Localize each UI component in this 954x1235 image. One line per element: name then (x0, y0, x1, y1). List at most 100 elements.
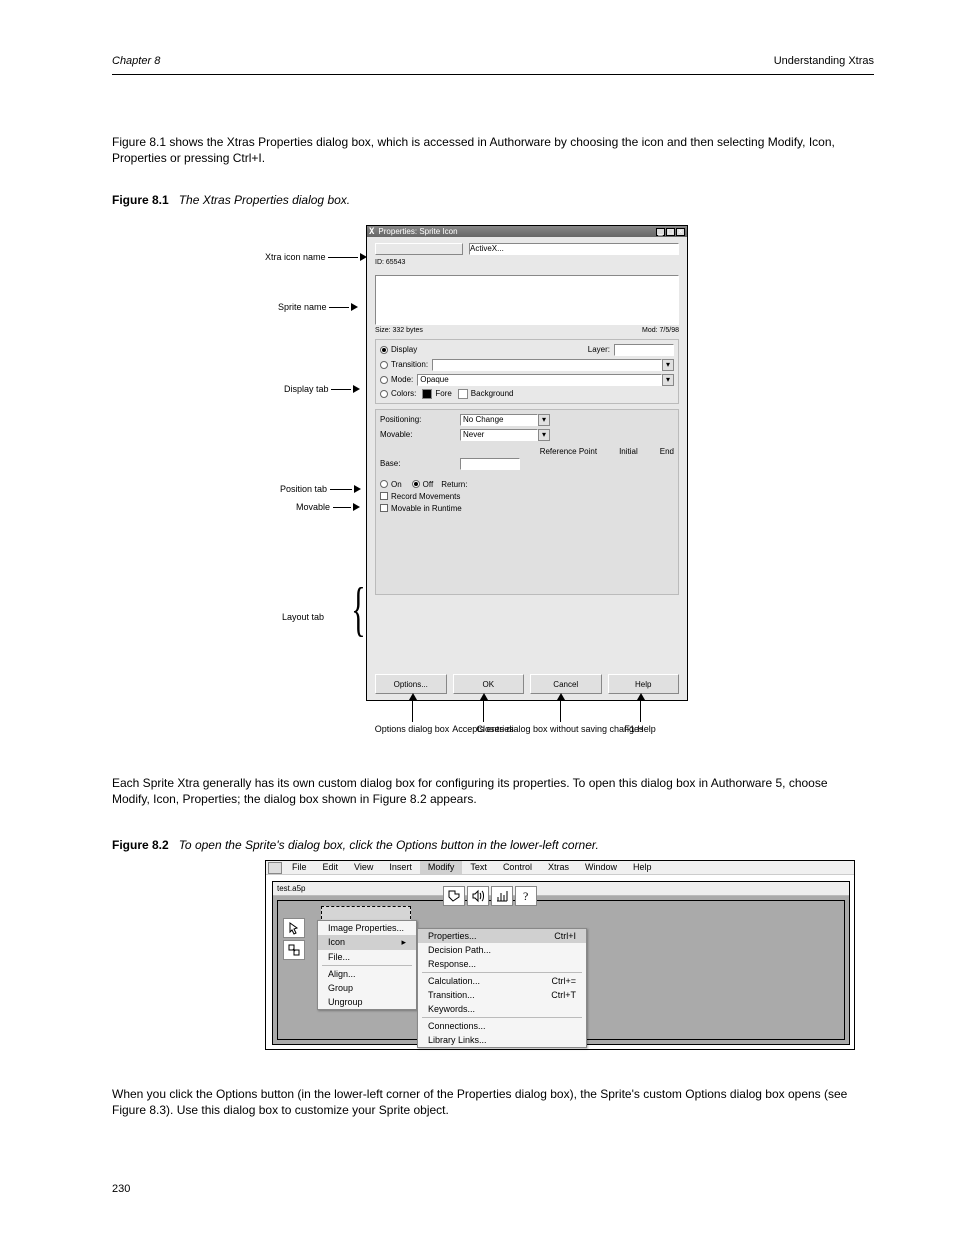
paragraph-after-fig1: Each Sprite Xtra generally has its own c… (112, 775, 852, 807)
callout-position-tab: Position tab (280, 484, 361, 495)
paragraph-after-fig2: When you click the Options button (in th… (112, 1086, 852, 1118)
menu-text[interactable]: Text (462, 861, 495, 874)
icon-thumb-small (375, 243, 463, 255)
icon-submenu[interactable]: Properties...Ctrl+I Decision Path... Res… (417, 928, 587, 1048)
menu-insert[interactable]: Insert (381, 861, 420, 874)
menu-group[interactable]: Group (318, 981, 416, 995)
arrow-options (412, 700, 413, 722)
submenu-decision[interactable]: Decision Path... (418, 943, 586, 957)
callout-xtra-icon-name: Xtra icon name (265, 252, 367, 263)
info-row: Size: 332 bytes Mod: 7/5/98 (375, 327, 679, 334)
id-info: ID: 65543 (375, 259, 679, 267)
titlebar[interactable]: X Properties: Sprite Icon ‗ □ × (367, 226, 687, 237)
sound-icon[interactable] (467, 886, 489, 906)
radio-transition[interactable] (380, 361, 388, 369)
menu-file-item[interactable]: File... (318, 950, 416, 964)
submenu-response[interactable]: Response... (418, 957, 586, 971)
ok-button[interactable]: OK (453, 674, 525, 694)
maximize-button[interactable]: □ (666, 228, 675, 236)
figure-1-label: Figure 8.1 (112, 193, 169, 207)
transition-combo[interactable]: ▾ (432, 359, 674, 371)
name-field[interactable]: ActiveX... (469, 243, 679, 255)
doc-titlebar[interactable]: test.a5p (273, 882, 849, 896)
layout-panel: Positioning: No Change▾ Movable: Never▾ … (375, 409, 679, 595)
menubar[interactable]: File Edit View Insert Modify Text Contro… (266, 861, 854, 875)
page-number: 230 (112, 1183, 130, 1195)
options-button[interactable]: Options... (375, 674, 447, 694)
properties-dialog: X Properties: Sprite Icon ‗ □ × ActiveX.… (366, 225, 688, 701)
arrow-ok (483, 700, 484, 722)
brace-icon: { (351, 575, 365, 644)
menu-help[interactable]: Help (625, 861, 660, 874)
callout-layout-tab: Layout tab (282, 612, 324, 622)
figure-2-desc: To open the Sprite's dialog box, click t… (179, 838, 599, 852)
return-off-radio[interactable] (412, 480, 420, 488)
help-button[interactable]: Help (608, 674, 680, 694)
callout-sprite-name: Sprite name (278, 302, 358, 313)
menu-view[interactable]: View (346, 861, 381, 874)
menu-modify[interactable]: Modify (420, 861, 463, 874)
modify-menu[interactable]: Image Properties... Icon▸ File... Align.… (317, 920, 417, 1010)
submenu-transition[interactable]: Transition...Ctrl+T (418, 988, 586, 1002)
intro-paragraph: Figure 8.1 shows the Xtras Properties di… (112, 135, 852, 166)
fore-swatch[interactable] (422, 389, 432, 399)
arrow-help (640, 700, 641, 722)
toolbar-icons: ? (443, 886, 537, 906)
menu-image-properties[interactable]: Image Properties... (318, 921, 416, 935)
run-icon[interactable] (443, 886, 465, 906)
menu-control[interactable]: Control (495, 861, 540, 874)
mode-combo[interactable]: Opaque▾ (417, 374, 674, 386)
arrow-cancel (560, 700, 561, 722)
layer-label: Layer: (588, 345, 610, 354)
return-on-radio[interactable] (380, 480, 388, 488)
movable-combo[interactable]: Never▾ (460, 429, 550, 441)
menu-align[interactable]: Align... (318, 967, 416, 981)
radio-colors[interactable] (380, 390, 388, 398)
menu-xtras[interactable]: Xtras (540, 861, 577, 874)
menu-icon-item[interactable]: Icon▸ (318, 935, 416, 950)
questionmark-icon[interactable]: ? (515, 886, 537, 906)
figure-2-caption: Figure 8.2 To open the Sprite's dialog b… (112, 838, 599, 852)
window-title: Properties: Sprite Icon (374, 227, 656, 236)
menu-ungroup[interactable]: Ungroup (318, 995, 416, 1009)
radio-display[interactable] (380, 346, 388, 354)
chapter-title: Understanding Xtras (774, 55, 874, 67)
figure-1-desc: The Xtras Properties dialog box. (179, 193, 350, 207)
app-sysmenu-icon[interactable] (268, 862, 282, 874)
menu-window[interactable]: Window (577, 861, 625, 874)
layer-field[interactable] (614, 344, 674, 356)
radio-mode[interactable] (380, 376, 388, 384)
submenu-calculation[interactable]: Calculation...Ctrl+= (418, 974, 586, 988)
pointer-tool-icon[interactable] (283, 918, 305, 938)
callout-cancel: Closes dialog box without saving changes (476, 724, 643, 734)
chapter-label: Chapter 8 (112, 55, 160, 67)
submenu-properties[interactable]: Properties...Ctrl+I (418, 929, 586, 943)
minimize-button[interactable]: ‗ (656, 228, 665, 236)
callout-help: F1 Help (624, 724, 656, 734)
menu-edit[interactable]: Edit (315, 861, 347, 874)
menu-file[interactable]: File (284, 861, 315, 874)
record-check[interactable] (380, 492, 388, 500)
callout-display-tab: Display tab (284, 384, 360, 395)
cancel-button[interactable]: Cancel (530, 674, 602, 694)
link-tool-icon[interactable] (283, 940, 305, 960)
display-panel: Display Layer: Transition: ▾ Mode: Opaqu… (375, 339, 679, 404)
close-button[interactable]: × (676, 228, 685, 236)
svg-text:?: ? (523, 889, 528, 903)
callout-options: Options dialog box (375, 724, 450, 734)
position-combo[interactable]: No Change▾ (460, 414, 550, 426)
name-row: ActiveX... ID: 65543 (367, 237, 687, 273)
base-field[interactable] (460, 458, 520, 470)
tool-strip (283, 918, 305, 960)
preview-area (375, 275, 679, 325)
submenu-library-links[interactable]: Library Links... (418, 1033, 586, 1047)
submenu-keywords[interactable]: Keywords... (418, 1002, 586, 1016)
submenu-connections[interactable]: Connections... (418, 1019, 586, 1033)
movable-runtime-check[interactable] (380, 504, 388, 512)
outer-canvas: test.a5p ? Image Properties... Icon▸ Fil… (272, 881, 850, 1045)
dialog-button-bar: Options... OK Cancel Help (375, 674, 679, 694)
figure-1-caption: Figure 8.1 The Xtras Properties dialog b… (112, 193, 350, 207)
back-swatch[interactable] (458, 389, 468, 399)
page-header: Chapter 8 Understanding Xtras (112, 55, 874, 67)
chart-icon[interactable] (491, 886, 513, 906)
